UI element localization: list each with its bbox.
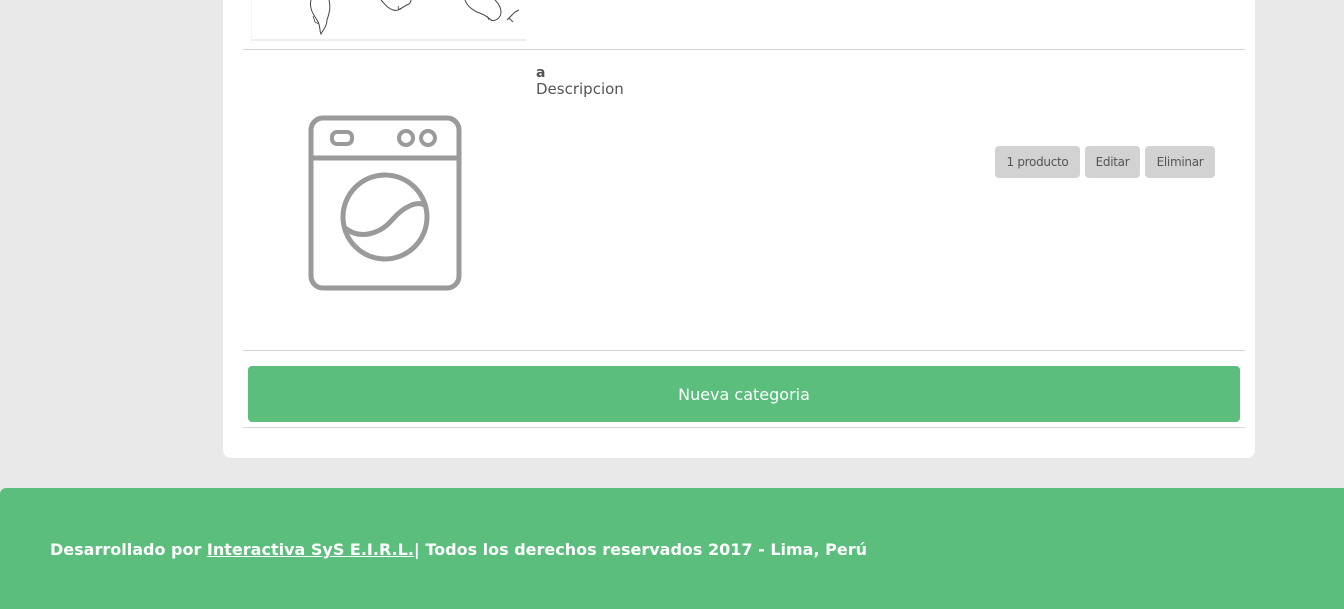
product-count-button[interactable]: 1 producto — [995, 146, 1080, 178]
row-divider — [243, 350, 1245, 351]
category-description: Descripcion — [536, 80, 624, 98]
edit-button[interactable]: Editar — [1085, 146, 1140, 178]
footer-prefix: Desarrollado por — [50, 540, 207, 559]
washing-machine-icon — [300, 108, 470, 298]
footer-suffix: | Todos los derechos reservados 2017 - L… — [413, 540, 867, 559]
row-divider — [243, 427, 1245, 428]
category-actions: 1 producto Editar Eliminar — [995, 146, 1215, 178]
footer-text: Desarrollado por Interactiva SyS E.I.R.L… — [50, 540, 867, 560]
row-divider — [243, 49, 1245, 50]
company-link[interactable]: Interactiva SyS E.I.R.L. — [207, 540, 414, 559]
category-name: a — [536, 65, 546, 81]
new-category-button[interactable]: Nueva categoria — [248, 366, 1240, 422]
previous-category-image — [251, 0, 526, 42]
delete-button[interactable]: Eliminar — [1145, 146, 1215, 178]
